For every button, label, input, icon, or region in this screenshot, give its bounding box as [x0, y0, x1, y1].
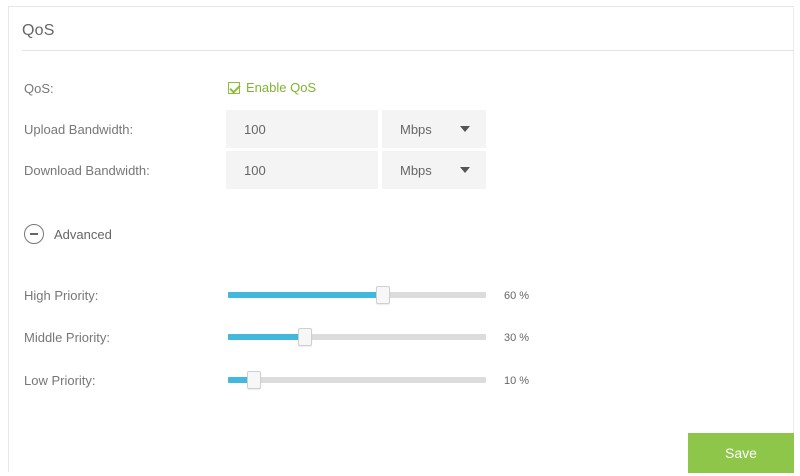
download-unit-select[interactable]: Mbps [382, 151, 486, 189]
checkbox-checked-icon[interactable] [228, 81, 240, 94]
collapse-minus-icon [24, 224, 44, 244]
dropdown-caret-icon [460, 126, 470, 132]
advanced-toggle[interactable]: Advanced [24, 224, 112, 244]
page-title: QoS [22, 22, 55, 39]
enable-qos-checkbox[interactable]: Enable QoS [228, 80, 316, 95]
low-priority-value: 10 % [504, 375, 530, 387]
slider-thumb[interactable] [298, 328, 313, 346]
upload-unit-select[interactable]: Mbps [382, 110, 486, 148]
slider-thumb[interactable] [375, 286, 390, 304]
high-priority-label: High Priority: [24, 288, 99, 303]
middle-priority-label: Middle Priority: [24, 330, 110, 345]
high-priority-value: 60 % [504, 290, 530, 302]
middle-priority-value: 30 % [504, 332, 530, 344]
upload-bandwidth-input[interactable] [226, 110, 378, 148]
middle-priority-slider[interactable] [228, 326, 486, 346]
slider-track [228, 377, 486, 383]
download-unit-value: Mbps [400, 162, 432, 178]
high-priority-slider[interactable] [228, 284, 486, 304]
slider-fill [228, 334, 306, 340]
advanced-label: Advanced [54, 226, 112, 242]
download-bandwidth-label: Download Bandwidth: [24, 163, 150, 178]
slider-thumb[interactable] [246, 371, 261, 389]
upload-unit-value: Mbps [400, 121, 432, 137]
upload-bandwidth-label: Upload Bandwidth: [24, 122, 134, 137]
slider-fill [228, 292, 383, 298]
save-button[interactable]: Save [688, 433, 794, 473]
qos-panel [8, 6, 794, 472]
dropdown-caret-icon [460, 167, 470, 173]
qos-label: QoS: [24, 81, 54, 96]
enable-qos-label: Enable QoS [246, 80, 317, 95]
low-priority-slider[interactable] [228, 369, 486, 389]
title-divider [22, 50, 794, 51]
download-bandwidth-input[interactable] [226, 151, 378, 189]
low-priority-label: Low Priority: [24, 373, 96, 388]
